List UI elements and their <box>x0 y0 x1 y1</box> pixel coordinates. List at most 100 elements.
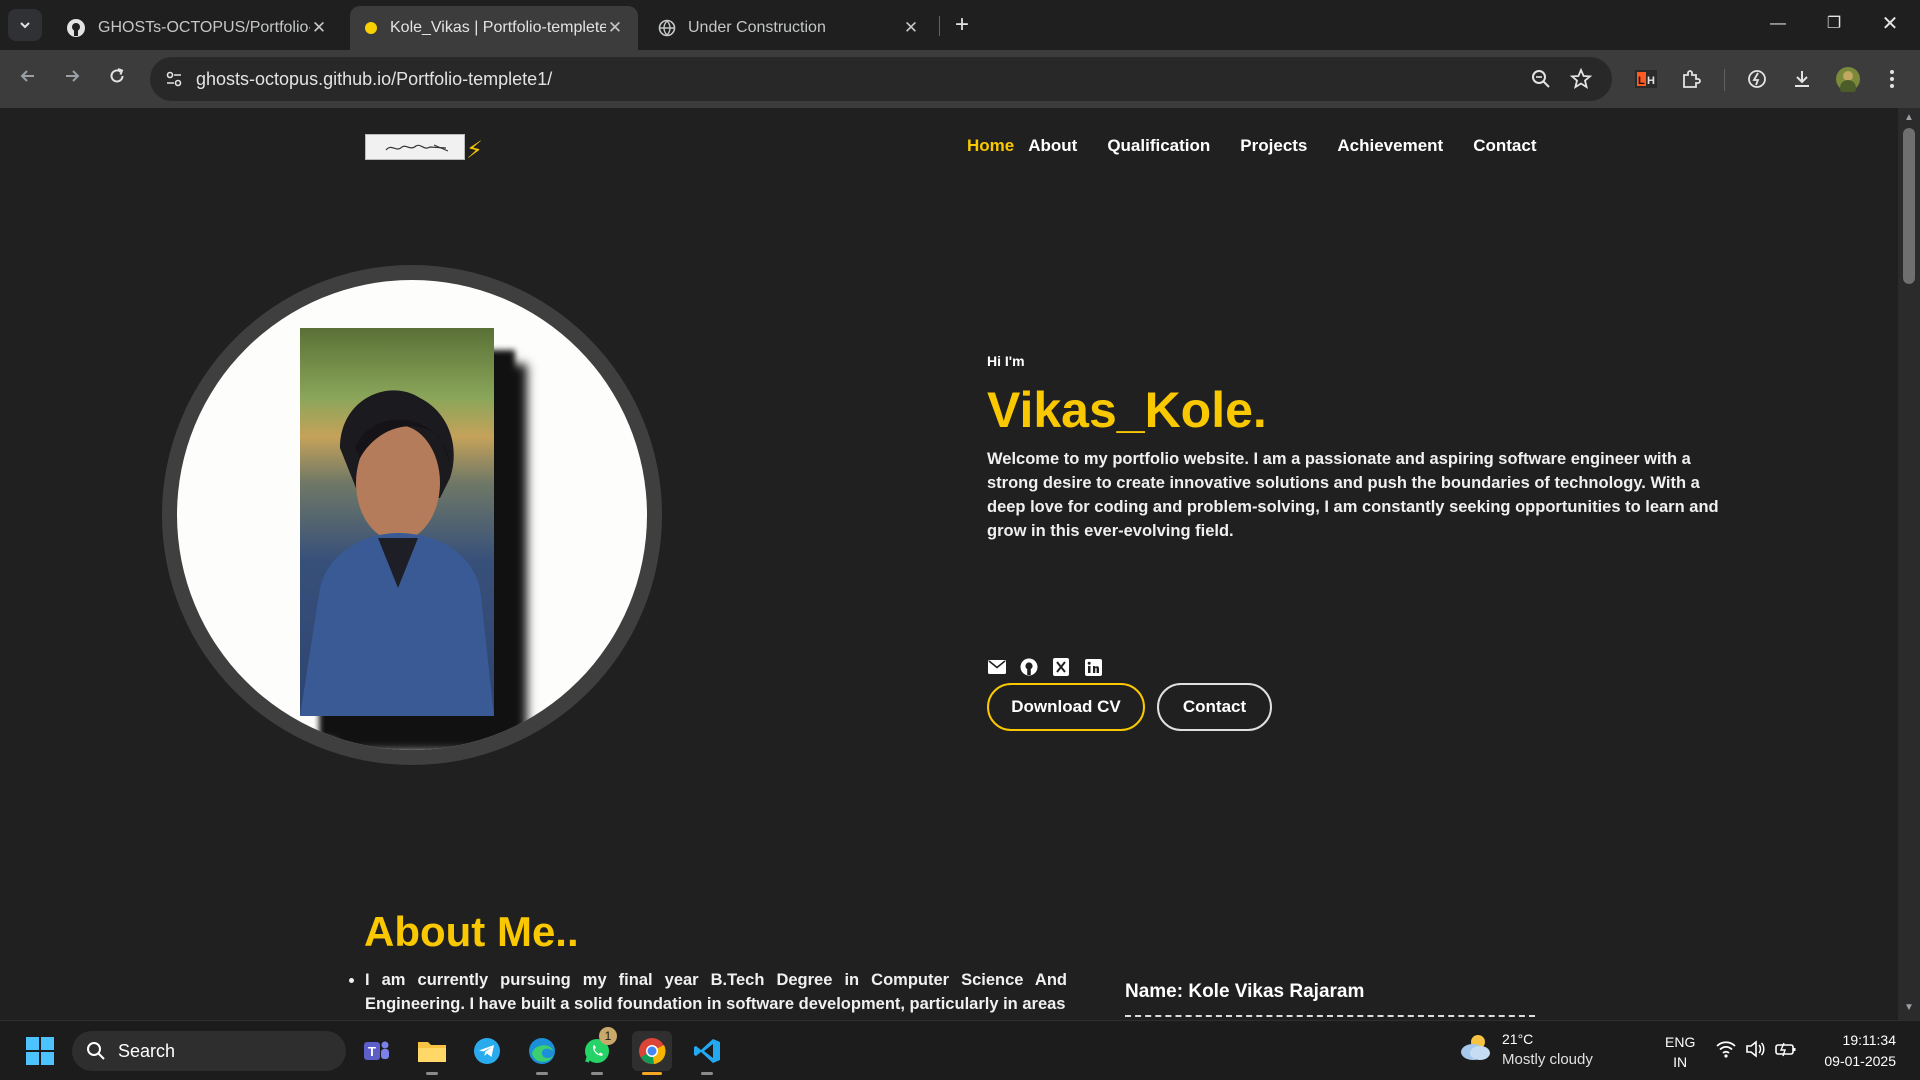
nav-achievement[interactable]: Achievement <box>1337 136 1443 156</box>
chrome-icon[interactable] <box>632 1031 672 1075</box>
svg-text:T: T <box>368 1044 376 1059</box>
svg-text:L: L <box>1638 75 1645 87</box>
close-icon[interactable]: ✕ <box>310 18 328 38</box>
toolbar-separator <box>1724 69 1725 91</box>
tab-title: Kole_Vikas | Portfolio-templete1 <box>390 19 606 36</box>
search-icon <box>87 1042 105 1060</box>
nav-home[interactable]: Home <box>967 136 1014 156</box>
minimize-button[interactable]: — <box>1750 8 1806 40</box>
tab-separator <box>939 16 940 36</box>
telegram-icon[interactable] <box>467 1031 507 1071</box>
tab-under-construction[interactable]: Under Construction ✕ <box>644 6 934 50</box>
about-heading: About Me.. <box>364 908 579 955</box>
nav-contact[interactable]: Contact <box>1473 136 1536 156</box>
browser-toolbar: ghosts-octopus.github.io/Portfolio-templ… <box>0 50 1920 108</box>
contact-button[interactable]: Contact <box>1157 683 1272 731</box>
hero-description: Welcome to my portfolio website. I am a … <box>987 450 1719 540</box>
page-scrollbar[interactable]: ▲ ▼ <box>1898 108 1920 1020</box>
edge-icon[interactable] <box>522 1031 562 1075</box>
reload-button[interactable] <box>101 63 133 95</box>
globe-icon <box>658 19 676 37</box>
profile-photo <box>300 328 494 716</box>
system-clock[interactable]: 19:11:34 09-01-2025 <box>1810 1030 1896 1072</box>
nav-qualification[interactable]: Qualification <box>1107 136 1210 156</box>
svg-text:H: H <box>1647 75 1655 87</box>
hero-name: Vikas_Kole. <box>987 382 1267 438</box>
vscode-icon[interactable] <box>687 1031 727 1075</box>
performance-icon[interactable] <box>1741 63 1773 95</box>
profile-avatar[interactable] <box>1832 63 1864 95</box>
profile-photo-circle <box>177 280 647 750</box>
hero-greeting: Hi I'm <box>987 353 1025 369</box>
extensions-puzzle-icon[interactable] <box>1675 63 1707 95</box>
nav-projects[interactable]: Projects <box>1240 136 1307 156</box>
forward-button[interactable] <box>56 63 88 95</box>
info-divider <box>1125 1015 1535 1017</box>
info-name: Name: Kole Vikas Rajaram <box>1125 981 1365 1002</box>
weather-temperature: 21°C <box>1502 1031 1534 1047</box>
scroll-thumb[interactable] <box>1903 128 1915 284</box>
download-icon[interactable] <box>1786 63 1818 95</box>
back-button[interactable] <box>12 63 44 95</box>
whatsapp-icon[interactable]: 1 <box>577 1027 617 1075</box>
wifi-icon[interactable] <box>1716 1040 1736 1063</box>
battery-icon[interactable] <box>1775 1040 1797 1063</box>
weather-widget[interactable]: 21°C Mostly cloudy <box>1458 1031 1593 1068</box>
restore-button[interactable]: ❐ <box>1806 8 1862 40</box>
url-text[interactable]: ghosts-octopus.github.io/Portfolio-templ… <box>196 69 552 90</box>
volume-icon[interactable] <box>1745 1040 1765 1063</box>
weather-condition: Mostly cloudy <box>1502 1051 1593 1068</box>
arrow-right-icon <box>66 70 80 82</box>
github-icon <box>67 19 85 37</box>
file-explorer-icon[interactable] <box>412 1031 452 1075</box>
chevron-down-icon <box>20 22 30 29</box>
site-info-icon[interactable] <box>164 69 184 94</box>
notification-badge: 1 <box>599 1027 617 1045</box>
download-cv-button[interactable]: Download CV <box>987 683 1145 731</box>
language-line2: IN <box>1673 1054 1688 1070</box>
windows-taskbar: Search T 1 21°C Mostly cloudy ENG IN 19:… <box>0 1020 1920 1080</box>
active-indicator <box>642 1072 662 1075</box>
tab-search-button[interactable] <box>8 9 42 41</box>
tab-portfolio[interactable]: Kole_Vikas | Portfolio-templete1 ✕ <box>350 6 638 50</box>
language-line1: ENG <box>1665 1034 1696 1050</box>
scroll-down-arrow-icon[interactable]: ▼ <box>1903 1002 1915 1013</box>
language-indicator[interactable]: ENG IN <box>1665 1032 1695 1072</box>
close-icon[interactable]: ✕ <box>902 18 920 38</box>
bookmark-star-icon[interactable] <box>1569 67 1593 95</box>
lightning-icon: ⚡ <box>466 137 483 164</box>
running-indicator <box>536 1072 548 1075</box>
address-bar[interactable]: ghosts-octopus.github.io/Portfolio-templ… <box>150 57 1612 101</box>
teams-icon[interactable]: T <box>356 1031 396 1071</box>
zoom-icon[interactable] <box>1530 68 1552 95</box>
close-window-button[interactable]: ✕ <box>1862 8 1918 40</box>
github-icon[interactable] <box>1019 657 1039 677</box>
linkedin-icon[interactable] <box>1083 657 1103 677</box>
tab-title: Under Construction <box>688 19 826 36</box>
start-button[interactable] <box>20 1031 60 1071</box>
nav-about[interactable]: About <box>1028 136 1077 156</box>
scroll-up-arrow-icon[interactable]: ▲ <box>1903 112 1915 123</box>
clock-date: 09-01-2025 <box>1824 1053 1896 1069</box>
site-logo[interactable] <box>365 134 465 160</box>
cloudy-weather-icon <box>1461 1035 1490 1060</box>
new-tab-button[interactable]: + <box>948 12 976 40</box>
x-twitter-icon[interactable] <box>1051 657 1071 677</box>
page-viewport: ⚡ Home About Qualification Projects Achi… <box>0 108 1898 1020</box>
site-navigation: Home About Qualification Projects Achiev… <box>967 136 1537 156</box>
close-icon[interactable]: ✕ <box>606 18 624 38</box>
yellow-dot-icon <box>365 22 377 34</box>
tab-github[interactable]: GHOSTs-OCTOPUS/Portfolio-te ✕ <box>52 6 342 50</box>
reload-icon <box>110 68 124 83</box>
envelope-icon[interactable] <box>987 657 1007 677</box>
search-label: Search <box>118 1041 176 1061</box>
social-links <box>987 657 1103 677</box>
profile-photo-frame <box>162 265 662 765</box>
windows-logo-icon <box>26 1037 54 1065</box>
menu-kebab-icon[interactable] <box>1876 63 1908 95</box>
lighthouse-extension-icon[interactable]: LH <box>1630 63 1662 95</box>
running-indicator <box>701 1072 713 1075</box>
running-indicator <box>426 1072 438 1075</box>
hero-section: Hi I'm Vikas_Kole. Welcome to my portfol… <box>987 353 1737 543</box>
taskbar-search[interactable]: Search <box>72 1031 346 1071</box>
